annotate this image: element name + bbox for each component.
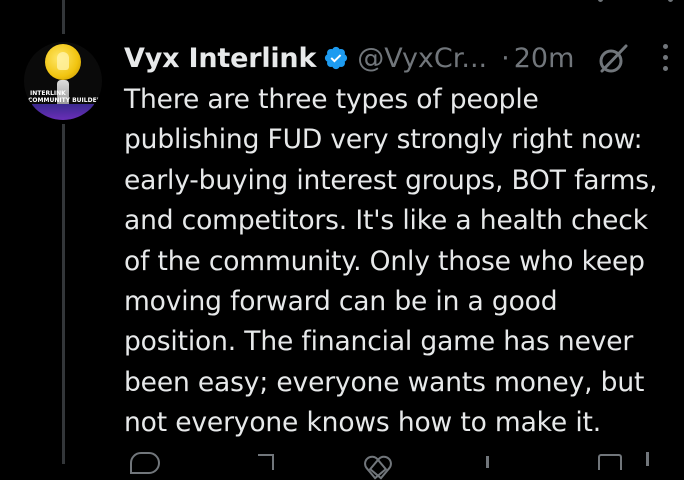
more-options-icon[interactable] [662,44,670,74]
previous-post-action-icon [598,0,603,2]
avatar-base [32,104,94,120]
avatar-coin-emblem [45,44,81,80]
bookmark-icon[interactable] [598,454,622,470]
reply-icon[interactable] [130,452,160,474]
post-text: There are three types of people publishi… [124,84,658,439]
thread-connector-bottom [62,124,65,464]
repost-icon[interactable] [244,452,274,472]
avatar[interactable]: INTERLINK COMMUNITY BUILDER [24,42,102,120]
author-name[interactable]: Vyx Interlink [124,43,316,74]
previous-post-action-icon [668,0,673,2]
post-header: Vyx Interlink @VyxCr... · 20m [124,38,574,78]
grok-icon[interactable] [596,42,630,76]
post-timestamp[interactable]: 20m [514,43,575,74]
thread-connector-top [62,0,65,34]
verified-badge-icon [325,46,348,70]
avatar-banner-text: INTERLINK COMMUNITY BUILDER [24,90,102,104]
header-separator: · [501,42,510,74]
avatar-banner-line2: COMMUNITY BUILDER [28,97,102,104]
author-handle[interactable]: @VyxCr... [357,43,487,74]
like-icon[interactable] [366,452,390,472]
views-icon[interactable] [486,456,489,468]
avatar-banner-line1: INTERLINK [30,90,66,97]
